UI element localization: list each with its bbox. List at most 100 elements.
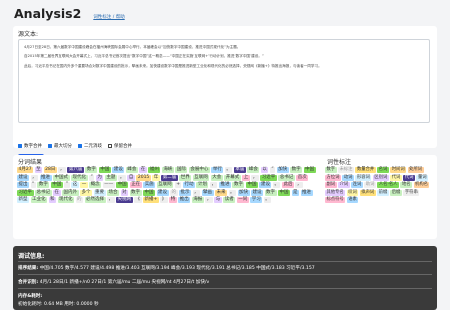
- segment-token: 互联网: [192, 174, 210, 181]
- segment-token: 国际: [175, 167, 188, 173]
- segment-token: 多个: [80, 189, 92, 196]
- pos-tag[interactable]: 助词: [364, 182, 376, 188]
- pos-tag[interactable]: 连词: [351, 182, 363, 188]
- pos-tag[interactable]: 时间词: [390, 167, 407, 173]
- segment-token: “: [30, 182, 36, 188]
- segment-token: 中国: [116, 182, 129, 188]
- pos-tag[interactable]: 其他专名: [325, 189, 346, 196]
- segment-token: 必然选择: [84, 197, 106, 203]
- segment-token: 对: [120, 189, 128, 196]
- checkbox[interactable]: [108, 144, 112, 148]
- segment-token: 提出: [17, 182, 29, 188]
- debug-title: 调试信息:: [18, 253, 45, 260]
- debug-panel: 调试信息: 排序结果: 中国/4.705 数字/4.577 建设/4.498 推…: [13, 246, 437, 310]
- source-title: 源文本:: [18, 31, 39, 38]
- pos-legend: 数字 未标注 数量合并 名词 时间词 处所词 方位词 动词 形容词 区别词 代词 代词 量词 副词 介词 连词…: [325, 167, 433, 237]
- help-link[interactable]: 词性标注 / 帮助: [93, 14, 124, 20]
- segment-token: 》: [160, 197, 168, 203]
- pos-tag[interactable]: 标点符号: [325, 197, 346, 203]
- pos-tag[interactable]: 代词: [403, 174, 415, 181]
- segment-token: 28日: [43, 167, 57, 173]
- segment-token: ”: [64, 182, 70, 188]
- segment-token: 《: [134, 197, 142, 203]
- segment-token: 与: [214, 197, 222, 203]
- pos-tag[interactable]: 方位词: [325, 174, 341, 181]
- segment-token: 第二届: [161, 174, 178, 181]
- segment-token: 推进: [218, 182, 231, 188]
- freq-label: 排序结果:: [18, 266, 39, 271]
- segment-token: 海报: [191, 197, 204, 203]
- pos-tag[interactable]: 代词: [390, 174, 402, 181]
- pos-tag[interactable]: 数量合并: [355, 167, 376, 173]
- option-keep-merge[interactable]: 保留合并: [108, 143, 132, 149]
- pos-tag[interactable]: 机构名: [413, 182, 430, 188]
- segment-token: 举行: [211, 167, 224, 173]
- segment-token: 加快: [237, 189, 250, 196]
- segment-token: 。: [263, 197, 272, 203]
- pos-tag[interactable]: 介词: [338, 182, 350, 188]
- pos-tag[interactable]: 副词: [325, 182, 337, 188]
- segment-token: 年: [152, 174, 160, 181]
- segment-token: 央视网: [116, 197, 133, 203]
- pos-tag[interactable]: 叹词: [346, 189, 359, 196]
- checkbox[interactable]: [78, 144, 82, 148]
- segment-token: 峰会: [247, 167, 260, 173]
- segment-token: 数字: [264, 189, 277, 196]
- checkbox[interactable]: [48, 144, 52, 148]
- segment-token: 。: [228, 189, 236, 196]
- divider: [18, 274, 432, 275]
- pos-tag[interactable]: 前缀: [377, 189, 389, 196]
- option-number-merge[interactable]: 数字合并: [18, 143, 42, 149]
- segment-token: 国内外: [62, 189, 79, 196]
- option-label: 最大切分: [54, 144, 72, 149]
- pos-tag[interactable]: 动词: [342, 174, 354, 181]
- segment-token: 福州: [148, 167, 161, 173]
- option-bigram[interactable]: 二元消歧: [78, 143, 102, 149]
- segment-token: 互联网: [156, 182, 174, 188]
- segment-token: 擘画: [201, 189, 214, 196]
- source-textarea[interactable]: 4月27日至28日，第六届数字中国建设峰会在福州海峡国际会展中心举行。本届峰会以…: [18, 39, 430, 123]
- header: Analysis2 词性标注 / 帮助: [14, 6, 125, 21]
- segment-token: 概念: [89, 182, 102, 188]
- segment-token: ”: [89, 174, 95, 181]
- pos-tag[interactable]: 数字: [325, 167, 337, 173]
- segment-token: 计划: [196, 182, 209, 188]
- segment-token: ，: [251, 174, 259, 181]
- segment-token: 这: [71, 182, 79, 188]
- pos-tag[interactable]: 未标注: [338, 167, 354, 173]
- freq-line: 排序结果: 中国/4.705 数字/4.577 建设/4.498 推进/3.40…: [18, 265, 315, 271]
- pos-tag[interactable]: 人名·名人: [377, 182, 399, 188]
- pos-tag[interactable]: 后缀: [390, 189, 402, 196]
- option-label: 二元消歧: [84, 144, 102, 149]
- pos-tag[interactable]: 处所词: [407, 167, 424, 173]
- segment-token: 开幕式: [224, 174, 241, 181]
- mem-label: 内存&耗时:: [18, 294, 43, 299]
- divider: [18, 261, 432, 262]
- segment-token: 峰会: [125, 167, 138, 173]
- segment-token: 习近平: [260, 174, 277, 181]
- segment-token: 建设: [112, 167, 125, 173]
- segment-token: 新播+: [143, 197, 159, 203]
- segment-token: ，: [30, 174, 38, 181]
- segment-token: 现代化: [71, 174, 88, 181]
- pos-tag[interactable]: 拟声词: [359, 189, 376, 196]
- segment-token: 行动: [182, 182, 195, 188]
- segment-token: 。: [224, 167, 233, 173]
- checkbox[interactable]: [18, 144, 22, 148]
- pos-tag[interactable]: 字符串: [403, 189, 420, 196]
- source-paragraph: 4月27日至28日，第六届数字中国建设峰会在福州海峡国际会展中心举行。本届峰会以…: [24, 45, 241, 49]
- segment-token: 正在: [129, 182, 142, 188]
- pos-tag[interactable]: 名词: [377, 167, 389, 173]
- segment-token: 中国: [143, 189, 155, 196]
- pos-tag[interactable]: 语素: [346, 197, 359, 203]
- pos-tag[interactable]: 地名: [400, 182, 413, 188]
- pos-tag[interactable]: 形容词: [355, 174, 372, 181]
- segment-token: 工业化: [30, 197, 47, 203]
- option-max-split[interactable]: 最大切分: [48, 143, 72, 149]
- options-row: 数字合并 最大切分 二元消歧 保留合并: [18, 143, 132, 149]
- segment-token: 至: [34, 167, 43, 173]
- segment-token: 以: [260, 167, 269, 173]
- pos-tag[interactable]: 量词: [416, 174, 429, 181]
- segment-token: 数字: [290, 167, 303, 173]
- pos-tag[interactable]: 区别词: [372, 174, 389, 181]
